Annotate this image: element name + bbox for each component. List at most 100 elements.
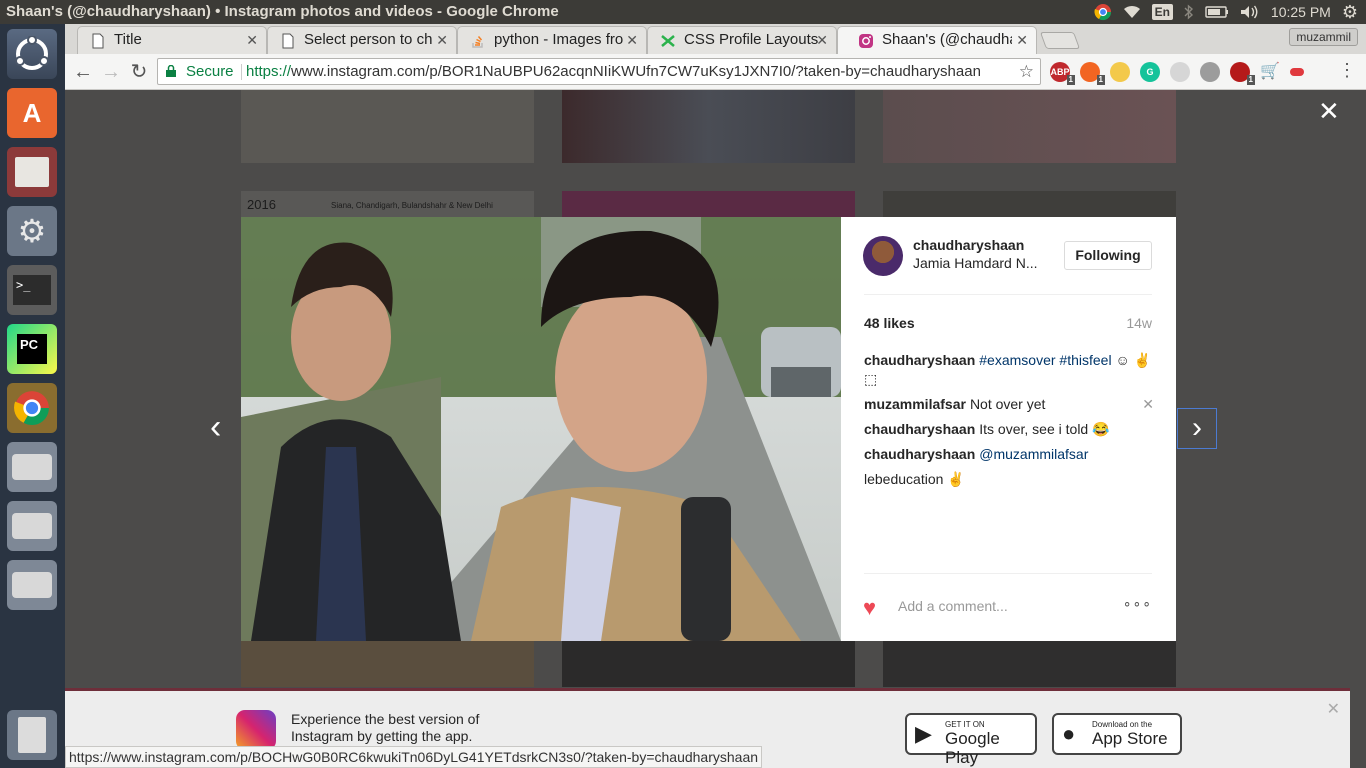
tab-close-icon[interactable]: ✕ — [626, 32, 638, 49]
comment-username[interactable]: muzammilafsar — [864, 396, 966, 412]
extension-gray-icon[interactable] — [1170, 62, 1190, 82]
background-photo-tile[interactable] — [883, 191, 1176, 217]
trash-icon[interactable] — [7, 710, 57, 760]
disk-drive-icon[interactable] — [7, 501, 57, 551]
google-play-big-text: Google Play — [945, 729, 1000, 767]
instagram-logo-icon — [236, 710, 276, 750]
next-post-arrow-icon[interactable]: › — [1177, 408, 1217, 449]
disk-drive-icon[interactable] — [7, 560, 57, 610]
app-store-small-text: Download on the — [1092, 720, 1153, 729]
banner-close-icon[interactable]: ✕ — [1327, 699, 1340, 719]
new-tab-button[interactable] — [1039, 32, 1081, 49]
volume-icon[interactable] — [1240, 5, 1260, 19]
disk-drive-icon[interactable] — [7, 442, 57, 492]
codepen-icon — [661, 35, 675, 47]
background-photo-tile[interactable] — [241, 641, 534, 687]
likes-count[interactable]: 48 likes — [864, 315, 915, 331]
comment: chaudharyshaan Its over, see i told 😂 — [864, 420, 1154, 439]
background-photo-tile[interactable] — [562, 90, 855, 163]
heart-icon[interactable]: ♥ — [863, 597, 876, 619]
delete-comment-icon[interactable]: ✕ — [1142, 395, 1154, 414]
bluetooth-icon[interactable] — [1184, 4, 1194, 20]
forward-arrow-icon[interactable]: → — [99, 60, 123, 84]
post-author-username[interactable]: chaudharyshaan — [913, 237, 1024, 253]
add-comment-input[interactable]: Add a comment... — [898, 598, 1008, 614]
system-settings-icon[interactable]: ⚙ — [7, 206, 57, 256]
profile-badge[interactable]: muzammil — [1289, 28, 1358, 46]
secure-label: Secure — [186, 63, 234, 80]
background-photo-tile[interactable] — [562, 641, 855, 687]
back-arrow-icon[interactable]: ← — [71, 60, 95, 84]
url-path: www.instagram.com/p/BOR1NaUBPU62acqnNIiK… — [291, 63, 981, 80]
comment-text: lebeducation ✌ — [864, 471, 965, 487]
comment-mention[interactable]: @muzammilafsar — [979, 446, 1088, 462]
tab-close-icon[interactable]: ✕ — [816, 32, 828, 49]
comments-list: chaudharyshaan #examsover #thisfeel ☺ ✌⬚ … — [864, 351, 1154, 495]
previous-post-arrow-icon[interactable]: ‹ — [210, 408, 221, 447]
background-photo-tile[interactable] — [883, 641, 1176, 687]
cart-icon[interactable]: 🛒 — [1260, 62, 1280, 82]
keyboard-layout-indicator[interactable]: En — [1151, 4, 1173, 20]
background-photo-tile[interactable]: 2016 Siana, Chandigarh, Bulandshahr & Ne… — [241, 191, 534, 217]
app-store-button[interactable]: ● Download on the App Store — [1052, 713, 1182, 755]
post-location[interactable]: Jamia Hamdard N... — [913, 255, 1037, 271]
browser-tab-active[interactable]: Shaan's (@chaudha ✕ — [837, 26, 1037, 55]
google-play-button[interactable]: ▶ GET IT ON Google Play — [905, 713, 1037, 767]
caption-comment: chaudharyshaan #examsover #thisfeel ☺ ✌⬚ — [864, 351, 1154, 389]
extension-red-icon[interactable] — [1290, 68, 1304, 76]
bookmark-star-icon[interactable]: ☆ — [1019, 59, 1034, 84]
chrome-icon[interactable] — [1094, 3, 1112, 21]
apple-icon: ● — [1062, 721, 1076, 746]
selfie-photo-illustration — [241, 217, 841, 641]
software-center-icon[interactable]: A — [7, 88, 57, 138]
chrome-launcher-icon[interactable] — [7, 383, 57, 433]
following-button[interactable]: Following — [1064, 241, 1152, 270]
instagram-icon — [859, 34, 873, 48]
comment-hashtags[interactable]: #examsover #thisfeel — [979, 352, 1111, 368]
tab-close-icon[interactable]: ✕ — [246, 32, 258, 49]
grammarly-icon[interactable]: G — [1140, 62, 1160, 82]
tile-places: Siana, Chandigarh, Bulandshahr & New Del… — [331, 201, 493, 210]
battery-icon[interactable] — [1205, 6, 1229, 18]
url-text[interactable]: https://www.instagram.com/p/BOR1NaUBPU62… — [246, 59, 981, 84]
modal-close-icon[interactable]: ✕ — [1318, 96, 1340, 127]
comment-username[interactable]: chaudharyshaan — [864, 352, 975, 368]
background-photo-tile[interactable] — [241, 90, 534, 163]
extension-face-icon[interactable] — [1110, 62, 1130, 82]
terminal-icon[interactable]: >_ — [7, 265, 57, 315]
file-manager-icon[interactable] — [7, 147, 57, 197]
browser-tab[interactable]: CSS Profile Layouts ✕ — [647, 26, 837, 54]
tab-label: Title — [114, 31, 142, 48]
reload-icon[interactable]: ↻ — [127, 60, 151, 84]
divider — [864, 573, 1152, 574]
extension-orange-icon[interactable]: 1 — [1080, 62, 1105, 85]
pycharm-icon[interactable]: PC — [7, 324, 57, 374]
browser-tab[interactable]: python - Images fro ✕ — [457, 26, 647, 54]
browser-tab[interactable]: Select person to ch ✕ — [267, 26, 457, 54]
wifi-icon[interactable] — [1123, 5, 1141, 19]
gear-icon[interactable]: ⚙ — [1342, 2, 1358, 23]
stackoverflow-icon — [472, 36, 483, 48]
tab-close-icon[interactable]: ✕ — [436, 32, 448, 49]
browser-tab[interactable]: Title ✕ — [77, 26, 267, 54]
more-options-icon[interactable]: ∘∘∘ — [1123, 595, 1152, 612]
globe-icon[interactable] — [1200, 62, 1220, 82]
post-time-ago[interactable]: 14w — [1126, 315, 1152, 331]
tab-close-icon[interactable]: ✕ — [1016, 32, 1028, 49]
ubuntu-dash-icon[interactable] — [7, 29, 57, 79]
instagram-page: 2016 Siana, Chandigarh, Bulandshahr & Ne… — [65, 90, 1366, 768]
browser-tab-strip: Title ✕ Select person to ch ✕ python - I… — [65, 24, 1366, 55]
comment-username[interactable]: chaudharyshaan — [864, 421, 975, 437]
ublock-icon[interactable]: 1 — [1230, 62, 1255, 85]
chrome-menu-icon[interactable]: ⋮ — [1338, 60, 1356, 81]
post-photo[interactable] — [241, 217, 841, 641]
adblock-icon[interactable]: ABP 1 — [1050, 62, 1075, 85]
address-bar[interactable]: Secure https://www.instagram.com/p/BOR1N… — [157, 58, 1041, 85]
extensions-row: ABP 1 1 G 1 🛒 — [1050, 62, 1304, 85]
clock[interactable]: 10:25 PM — [1271, 4, 1331, 20]
background-photo-tile[interactable] — [562, 191, 855, 217]
comment-username[interactable]: chaudharyshaan — [864, 446, 975, 462]
page-scrollbar[interactable] — [1350, 90, 1366, 688]
avatar[interactable] — [863, 236, 903, 276]
background-photo-tile[interactable] — [883, 90, 1176, 163]
